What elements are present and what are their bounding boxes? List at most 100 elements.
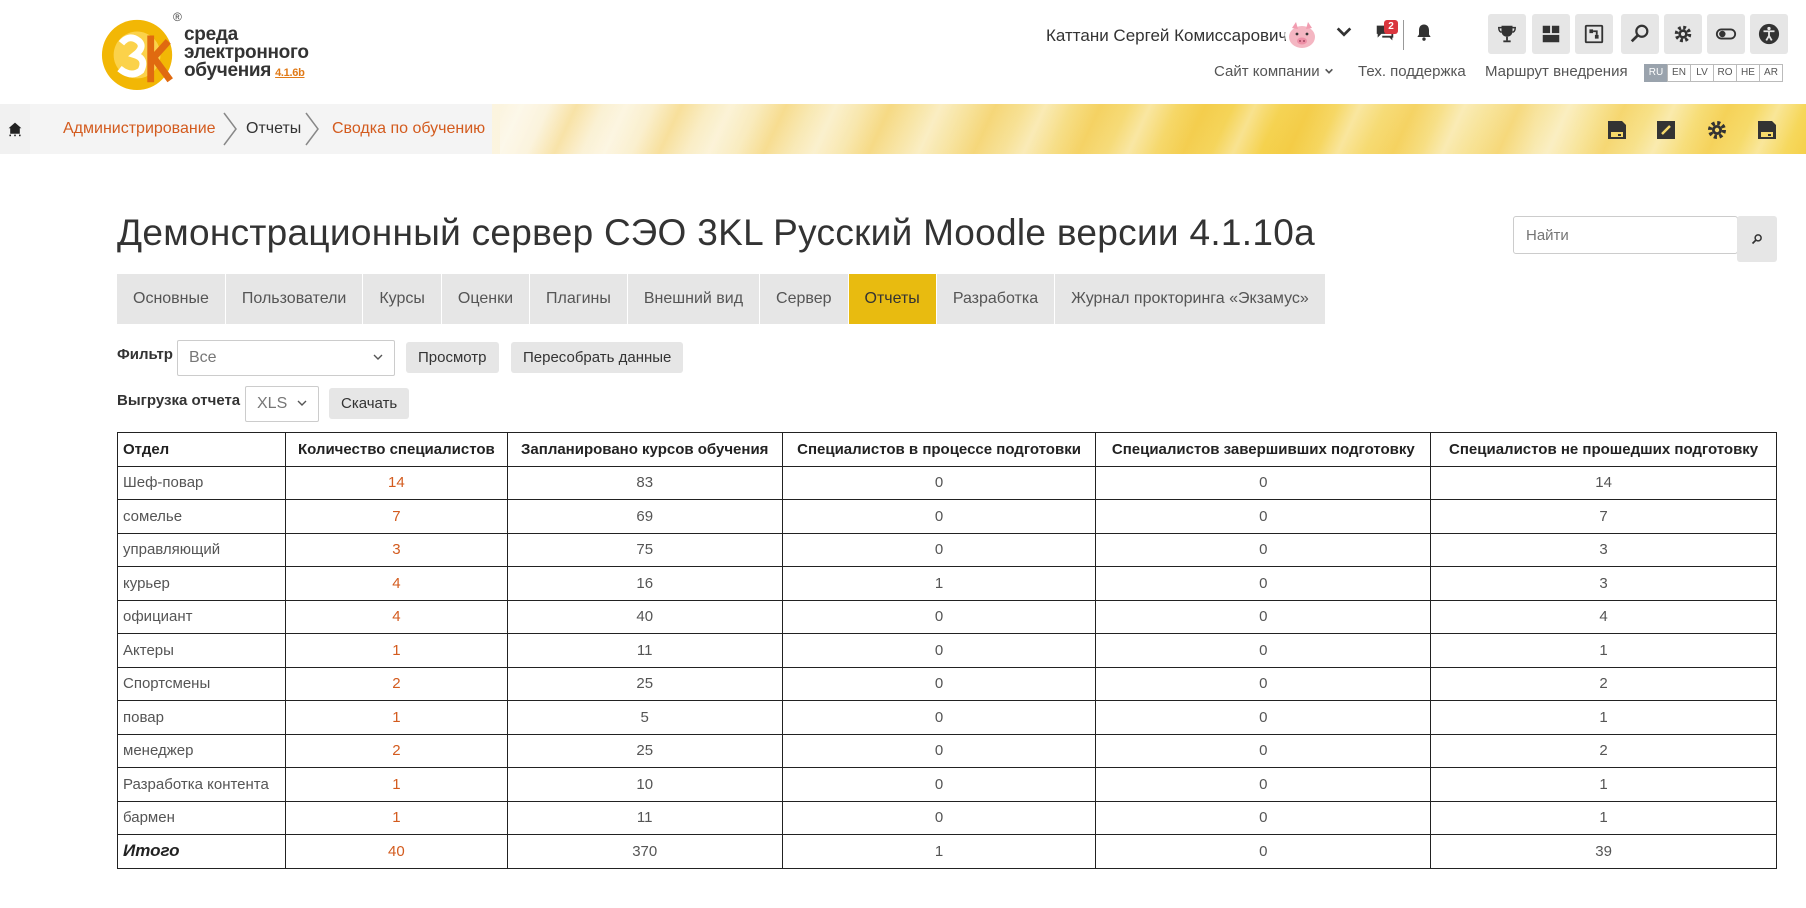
total-specialists-link[interactable]: 40 [284,834,508,869]
in-progress-cell: 0 [781,800,1097,835]
breadcrumb-band: Администрирование Отчеты Сводка по обуче… [0,104,1806,154]
table-row: менеджер 2 25 0 0 2 [117,733,1777,768]
column-header: Запланировано курсов обучения [506,432,783,467]
theme-toggle-button[interactable] [1707,14,1745,54]
company-site-link[interactable]: Сайт компании [1214,63,1334,80]
logo-version[interactable]: 4.1.6b [275,67,305,79]
tab-appearance[interactable]: Внешний вид [627,274,760,324]
completed-cell: 0 [1095,800,1432,835]
logo[interactable]: ® среда электронного обучения 4.1.6b [100,10,330,96]
specialists-count-link[interactable]: 7 [284,499,508,534]
lang-en[interactable]: EN [1667,64,1691,82]
tab-grades[interactable]: Оценки [441,274,530,324]
lang-ar[interactable]: AR [1759,64,1783,82]
specialists-count-link[interactable]: 4 [284,566,508,601]
in-progress-cell: 0 [781,599,1097,634]
specialists-count-link[interactable]: 2 [284,666,508,701]
total-label: Итого [117,834,286,869]
specialists-count-link[interactable]: 14 [284,465,508,500]
planned-courses-cell: 11 [506,633,783,668]
breadcrumb-item-reports[interactable]: Отчеты [246,120,301,138]
not-completed-cell: 7 [1430,499,1777,534]
tab-reports[interactable]: Отчеты [848,274,936,324]
tab-development[interactable]: Разработка [936,274,1055,324]
page-title: Демонстрационный сервер СЭО 3KL Русский … [117,212,1316,253]
planned-courses-cell: 40 [506,599,783,634]
logo-line-3: обучения [184,60,272,81]
breadcrumb-item-training-summary[interactable]: Сводка по обучению [332,120,485,138]
dashboard-button[interactable] [1532,14,1570,54]
completed-cell: 0 [1095,499,1432,534]
toggle-icon [1715,28,1737,40]
search-input[interactable] [1514,217,1737,253]
table-row: Разработка контента 1 10 0 0 1 [117,767,1777,802]
logo-registered-mark: ® [173,10,182,24]
search-submit-button[interactable] [1737,216,1777,262]
specialists-count-link[interactable]: 1 [284,633,508,668]
in-progress-cell: 1 [781,566,1097,601]
tab-users[interactable]: Пользователи [225,274,363,324]
bell-icon[interactable] [1411,22,1437,48]
column-header: Специалистов не прошедших подготовку [1430,432,1777,467]
summary-table: Отдел Количество специалистов Запланиров… [117,432,1777,869]
specialists-count-link[interactable]: 3 [284,532,508,567]
route-link[interactable]: Маршрут внедрения [1485,63,1628,80]
trophy-button[interactable] [1488,14,1526,54]
download-button[interactable]: Скачать [329,388,410,419]
tab-server[interactable]: Сервер [760,274,848,324]
total-completed: 0 [1095,834,1432,869]
total-not-completed: 39 [1430,834,1777,869]
total-planned-courses: 370 [506,834,783,869]
home-icon [8,122,22,137]
breadcrumb-separator-icon [223,112,237,146]
chevron-down-icon[interactable] [1331,22,1357,48]
user-name[interactable]: Каттани Сергей Комиссарович [1046,26,1287,46]
department-cell: Шеф-повар [117,465,286,500]
table-header-row: Отдел Количество специалистов Запланиров… [117,432,1777,467]
view-button[interactable]: Просмотр [406,342,499,373]
not-completed-cell: 1 [1430,633,1777,668]
search-button[interactable] [1621,14,1659,54]
lang-lv[interactable]: LV [1690,64,1714,82]
logo-text: среда электронного обучения 4.1.6b [184,25,309,82]
in-progress-cell: 0 [781,532,1097,567]
edit-icon[interactable] [1654,118,1678,142]
lang-he[interactable]: HE [1736,64,1760,82]
settings-button[interactable] [1664,14,1702,54]
not-completed-cell: 1 [1430,800,1777,835]
lang-ru[interactable]: RU [1644,64,1668,82]
filter-select[interactable]: Все [177,340,395,376]
accessibility-button[interactable] [1750,14,1788,54]
save-icon[interactable] [1755,118,1779,142]
in-progress-cell: 0 [781,666,1097,701]
tab-plugins[interactable]: Плагины [530,274,627,324]
table-row: официант 4 40 0 0 4 [117,599,1777,634]
breadcrumb-item-administration[interactable]: Администрирование [63,120,216,138]
specialists-count-link[interactable]: 1 [284,800,508,835]
completed-cell: 0 [1095,532,1432,567]
export-format-select[interactable]: XLS [245,386,319,422]
column-header: Специалистов завершивших подготовку [1095,432,1432,467]
not-completed-cell: 4 [1430,599,1777,634]
lang-ro[interactable]: RO [1713,64,1737,82]
table-row: Шеф-повар 14 83 0 0 14 [117,465,1777,500]
tab-proctoring-log[interactable]: Журнал прокторинга «Экзамус» [1055,274,1325,324]
table-row: управляющий 3 75 0 0 3 [117,532,1777,567]
specialists-count-link[interactable]: 4 [284,599,508,634]
specialists-count-link[interactable]: 1 [284,767,508,802]
tab-general[interactable]: Основные [117,274,225,324]
header: ® среда электронного обучения 4.1.6b Катт… [0,0,1806,104]
gear-icon[interactable] [1705,118,1729,142]
rebuild-data-button[interactable]: Пересобрать данные [511,342,684,373]
save-icon[interactable] [1605,118,1629,142]
specialists-count-link[interactable]: 1 [284,700,508,735]
tab-courses[interactable]: Курсы [363,274,441,324]
puzzle-button[interactable] [1575,14,1613,54]
completed-cell: 0 [1095,666,1432,701]
company-site-label: Сайт компании [1214,63,1320,80]
home-button[interactable] [0,104,30,154]
tech-support-link[interactable]: Тех. поддержка [1358,63,1466,80]
specialists-count-link[interactable]: 2 [284,733,508,768]
gear-icon [1674,25,1692,43]
avatar[interactable] [1285,18,1319,52]
